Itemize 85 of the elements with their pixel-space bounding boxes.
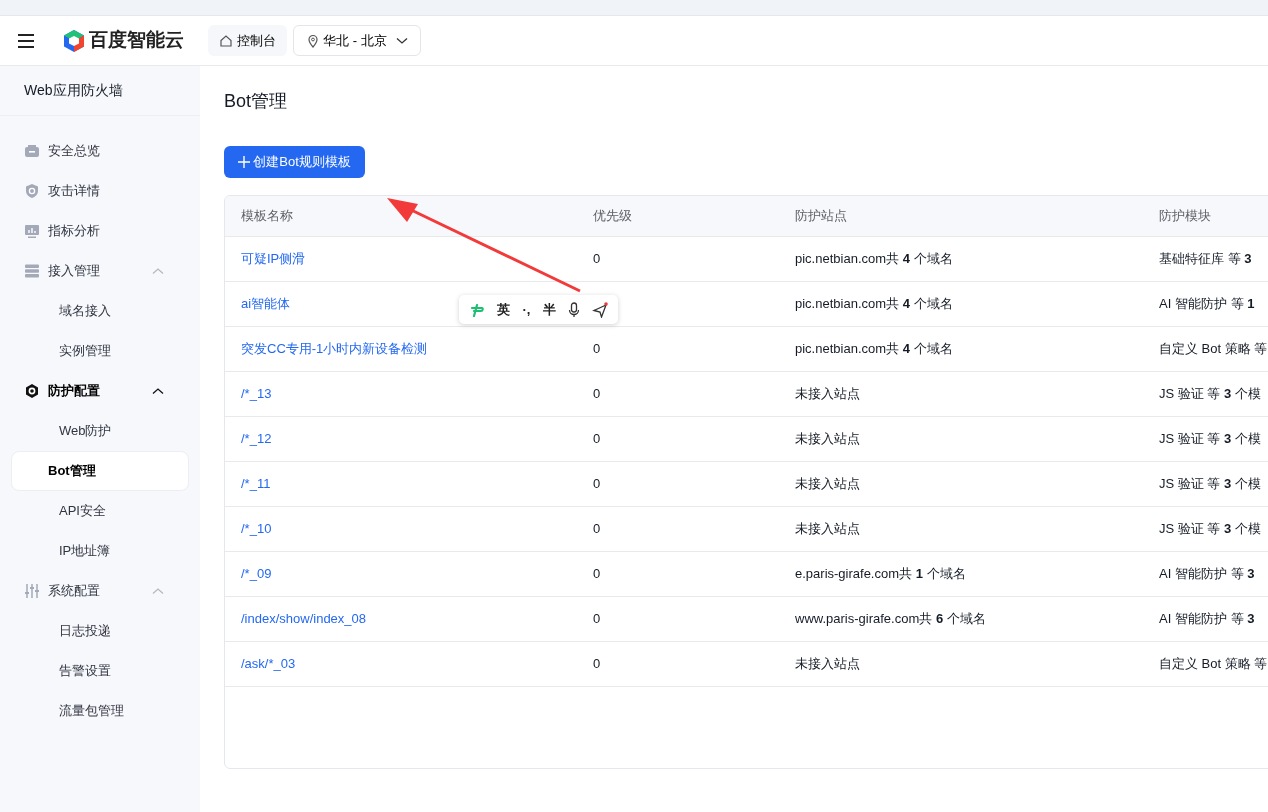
priority-text: 0 [593,385,601,404]
column-header: 优先级 [577,196,779,237]
bar-chart-icon [24,223,40,239]
sidebar-subitem[interactable]: 实例管理 [11,331,189,371]
site-text: 未接入站点 [795,520,860,539]
site-text: 未接入站点 [795,430,860,449]
server-icon [24,263,40,279]
site-text: 未接入站点 [795,385,860,404]
priority-text: 0 [593,250,601,269]
module-text: 自定义 Bot 策略 等 [1159,655,1268,674]
home-icon [219,33,234,48]
sidebar-subitem[interactable]: Web防护 [11,411,189,451]
ime-punctuation: ·, [522,300,531,319]
column-header: 模板名称 [225,196,577,237]
location-pin-icon [306,33,320,48]
template-link[interactable]: 可疑IP侧滑 [241,249,306,269]
hexagon-icon [24,383,40,399]
ime-width: 半 [542,300,556,319]
template-link[interactable]: /*_13 [241,384,272,404]
module-text: AI 智能防护 等 3 [1159,610,1255,629]
create-template-button[interactable]: 创建Bot规则模板 [224,146,365,178]
module-text: JS 验证 等 3 个模 [1159,520,1261,539]
cube-logo-icon [62,28,86,53]
priority-text: 0 [593,610,601,629]
site-text: www.paris-girafe.com共 6 个域名 [795,610,986,629]
module-text: AI 智能防护 等 1 [1159,295,1255,314]
priority-text: 0 [593,340,601,359]
send-icon [591,301,608,318]
sidebar-item[interactable]: 系统配置 [0,571,188,611]
region-dropdown[interactable]: 华北 - 北京 [293,25,422,56]
sidebar-subitem[interactable]: 域名接入 [11,291,189,331]
priority-text: 0 [593,430,601,449]
sidebar-item[interactable]: 攻击详情 [0,171,188,211]
sidebar-subitem[interactable]: IP地址簿 [11,531,189,571]
template-link[interactable]: /*_09 [241,564,272,584]
sliders-icon [24,583,40,599]
priority-text: 0 [593,520,601,539]
module-text: 自定义 Bot 策略 等 [1159,340,1268,359]
module-text: 基础特征库 等 3 [1159,250,1252,269]
priority-text: 0 [593,655,601,674]
sidebar-subitem[interactable]: 告警设置 [11,651,189,691]
sidebar-item[interactable]: 指标分析 [0,211,188,251]
column-header: 防护站点 [779,196,1143,237]
module-text: JS 验证 等 3 个模 [1159,385,1261,404]
module-text: JS 验证 等 3 个模 [1159,475,1261,494]
sidebar-item[interactable]: 防护配置 [0,371,188,411]
sidebar-subitem[interactable]: 日志投递 [11,611,189,651]
sidebar-item[interactable]: 安全总览 [0,131,188,171]
brand-name: 百度智能云 [89,28,185,53]
template-link[interactable]: /*_12 [241,429,272,449]
sidebar-subitem[interactable]: API安全 [11,491,189,531]
template-link[interactable]: 突发CC专用-1小时内新设备检测 [241,339,428,359]
chevron-icon [152,387,164,395]
site-text: pic.netbian.com共 4 个域名 [795,250,953,269]
microphone-icon [567,301,580,318]
chevron-icon [152,587,164,595]
column-header: 防护模块 [1143,196,1268,237]
plus-icon [238,156,250,168]
page-title: Bot管理 [224,90,289,112]
site-text: pic.netbian.com共 4 个域名 [795,340,953,359]
site-text: 未接入站点 [795,655,860,674]
template-link[interactable]: /index/show/index_08 [241,609,367,629]
sidebar-item[interactable]: 接入管理 [0,251,188,291]
priority-text: 0 [593,565,601,584]
template-link[interactable]: /*_11 [241,474,271,494]
menu-icon[interactable] [18,33,34,48]
template-link[interactable]: ai智能体 [241,294,291,314]
dashboard-icon [24,143,40,159]
template-link[interactable]: /ask/*_03 [241,654,296,674]
sidebar-subitem[interactable]: Bot管理 [11,451,189,491]
caret-icon [396,36,409,45]
site-text: pic.netbian.com共 4 个域名 [795,295,953,314]
module-text: JS 验证 等 3 个模 [1159,430,1261,449]
console-button[interactable]: 控制台 [208,25,287,56]
site-text: e.paris-girafe.com共 1 个域名 [795,565,966,584]
sidebar-title: Web应用防火墙 [24,81,123,100]
chevron-icon [152,267,164,275]
site-text: 未接入站点 [795,475,860,494]
priority-text: 0 [593,475,601,494]
module-text: AI 智能防护 等 3 [1159,565,1255,584]
template-link[interactable]: /*_10 [241,519,272,539]
ime-logo-icon [469,302,486,317]
shield-icon [24,183,40,199]
ime-language: 英 [497,300,511,319]
sidebar-subitem[interactable]: 流量包管理 [11,691,189,731]
